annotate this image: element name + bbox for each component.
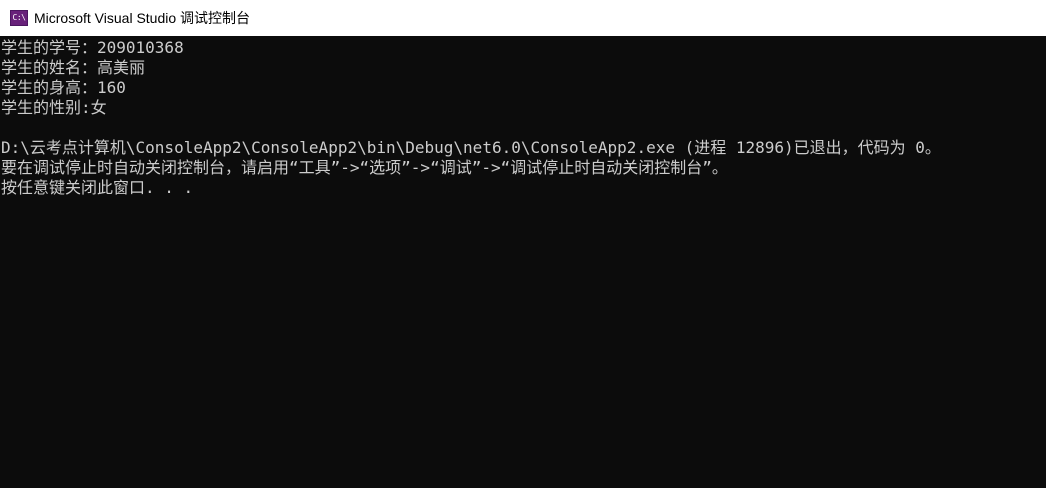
console-line: 要在调试停止时自动关闭控制台，请启用“工具”->“选项”->“调试”->“调试停… — [1, 158, 728, 177]
window-title: Microsoft Visual Studio 调试控制台 — [34, 10, 251, 26]
visual-studio-console-icon: C:\ — [10, 10, 28, 26]
console-window: C:\ Microsoft Visual Studio 调试控制台 学生的学号：… — [0, 0, 1046, 488]
console-line: D:\云考点计算机\ConsoleApp2\ConsoleApp2\bin\De… — [1, 138, 941, 157]
title-bar[interactable]: C:\ Microsoft Visual Studio 调试控制台 — [0, 0, 1046, 36]
icon-label: C:\ — [12, 13, 26, 22]
console-line: 学生的性别:女 — [1, 98, 107, 117]
console-line: 学生的身高：160 — [1, 78, 126, 97]
console-output[interactable]: 学生的学号：209010368 学生的姓名：高美丽 学生的身高：160 学生的性… — [0, 36, 1046, 488]
console-line: 学生的姓名：高美丽 — [1, 58, 146, 77]
console-line: 学生的学号：209010368 — [1, 38, 184, 57]
console-line: 按任意键关闭此窗口. . . — [1, 178, 194, 197]
